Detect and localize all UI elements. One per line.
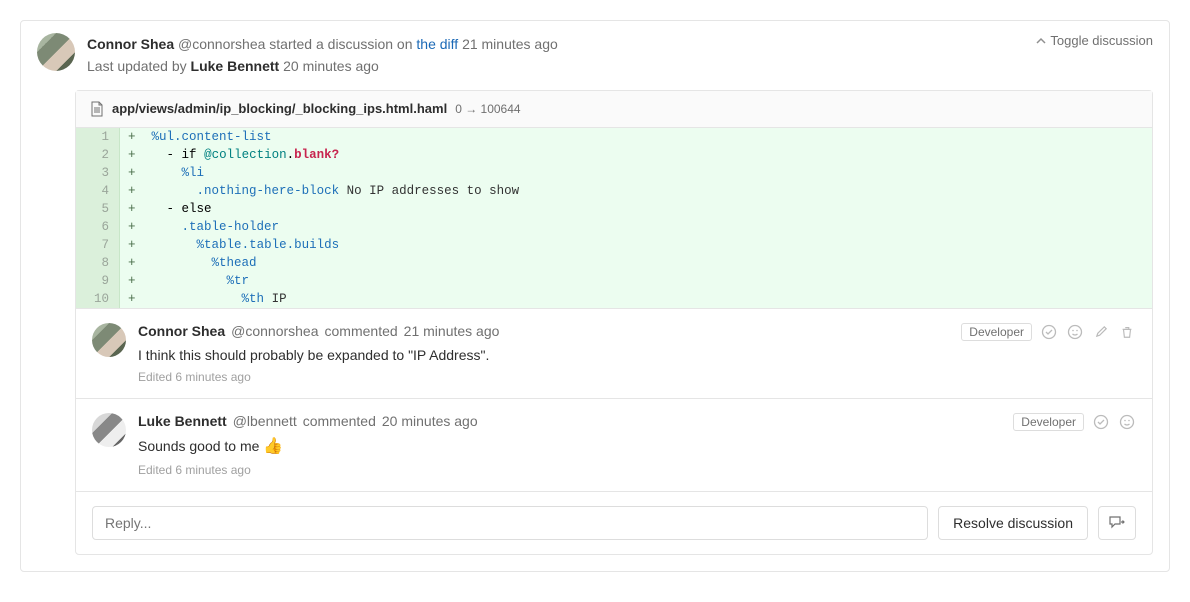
code-content: %tr: [144, 272, 1152, 290]
diff-sign: +: [120, 218, 144, 236]
diff-sign: +: [120, 254, 144, 272]
line-number: 7: [76, 236, 120, 254]
diff-table: 1+%ul.content-list2+ - if @collection.bl…: [76, 128, 1152, 308]
diff-line[interactable]: 1+%ul.content-list: [76, 128, 1152, 146]
comment-username[interactable]: @lbennett: [233, 413, 297, 429]
updated-time: 20 minutes ago: [283, 58, 379, 74]
code-content: %ul.content-list: [144, 128, 1152, 146]
emoji-icon: [1119, 414, 1135, 430]
diff-sign: +: [120, 164, 144, 182]
code-content: - if @collection.blank?: [144, 146, 1152, 164]
diff-line[interactable]: 5+ - else: [76, 200, 1152, 218]
comment-author[interactable]: Connor Shea: [138, 323, 225, 339]
diff-line[interactable]: 6+ .table-holder: [76, 218, 1152, 236]
started-time: 21 minutes ago: [462, 36, 558, 52]
line-number: 9: [76, 272, 120, 290]
comment-edited: Edited 6 minutes ago: [138, 463, 1013, 477]
emoji-icon: [1067, 324, 1083, 340]
file-icon: [90, 101, 104, 117]
file-mode: 0 → 100644: [455, 102, 520, 116]
code-content: .nothing-here-block No IP addresses to s…: [144, 182, 1152, 200]
comment-time[interactable]: 20 minutes ago: [382, 413, 478, 429]
line-number: 8: [76, 254, 120, 272]
avatar[interactable]: [92, 323, 126, 357]
file-path[interactable]: app/views/admin/ip_blocking/_blocking_ip…: [112, 101, 447, 116]
code-content: .table-holder: [144, 218, 1152, 236]
avatar[interactable]: [37, 33, 75, 71]
line-number: 3: [76, 164, 120, 182]
author-name[interactable]: Connor Shea: [87, 36, 174, 52]
resolve-icon: [1093, 414, 1109, 430]
comment-text: Sounds good to me 👍: [138, 435, 1013, 459]
diff-line[interactable]: 7+ %table.table.builds: [76, 236, 1152, 254]
delete-icon: [1120, 324, 1134, 340]
new-thread-button[interactable]: [1098, 506, 1136, 540]
diff-line[interactable]: 8+ %thead: [76, 254, 1152, 272]
comment-action: commented: [303, 413, 376, 429]
line-number: 5: [76, 200, 120, 218]
resolve-icon: [1041, 324, 1057, 340]
role-badge: Developer: [1013, 413, 1084, 431]
line-number: 6: [76, 218, 120, 236]
code-content: - else: [144, 200, 1152, 218]
diff-line[interactable]: 3+ %li: [76, 164, 1152, 182]
diff-line[interactable]: 10+ %th IP: [76, 290, 1152, 308]
reply-row: Resolve discussion: [76, 491, 1152, 554]
comment-action: commented: [325, 323, 398, 339]
role-badge: Developer: [961, 323, 1032, 341]
file-header: app/views/admin/ip_blocking/_blocking_ip…: [76, 91, 1152, 128]
discussion-header: Connor Shea @connorshea started a discus…: [21, 21, 1169, 90]
diff-sign: +: [120, 290, 144, 308]
resolve-comment[interactable]: [1040, 323, 1058, 341]
started-text: started a discussion on: [269, 36, 412, 52]
comment: Connor Shea @connorshea commented 21 min…: [76, 308, 1152, 398]
comments-list: Connor Shea @connorshea commented 21 min…: [76, 308, 1152, 491]
discussion-thread: Connor Shea @connorshea started a discus…: [20, 20, 1170, 572]
comment-author[interactable]: Luke Bennett: [138, 413, 227, 429]
diff-sign: +: [120, 236, 144, 254]
author-username[interactable]: @connorshea: [178, 36, 265, 52]
comment-edited: Edited 6 minutes ago: [138, 370, 961, 384]
comment-actions: Developer: [1013, 413, 1136, 431]
comment-time[interactable]: 21 minutes ago: [404, 323, 500, 339]
add-reaction[interactable]: [1118, 413, 1136, 431]
comment: Luke Bennett @lbennett commented 20 minu…: [76, 398, 1152, 491]
updated-prefix: Last updated by: [87, 58, 187, 74]
comment-username[interactable]: @connorshea: [231, 323, 318, 339]
resolve-discussion-button[interactable]: Resolve discussion: [938, 506, 1088, 540]
code-content: %table.table.builds: [144, 236, 1152, 254]
line-number: 1: [76, 128, 120, 146]
chevron-up-icon: [1036, 36, 1046, 46]
diff-sign: +: [120, 182, 144, 200]
diff-sign: +: [120, 128, 144, 146]
comment-next-icon: [1109, 516, 1125, 530]
line-number: 10: [76, 290, 120, 308]
edit-icon: [1094, 324, 1109, 339]
add-reaction[interactable]: [1066, 323, 1084, 341]
line-number: 4: [76, 182, 120, 200]
code-content: %thead: [144, 254, 1152, 272]
reply-input[interactable]: [92, 506, 928, 540]
code-content: %th IP: [144, 290, 1152, 308]
diff-line[interactable]: 9+ %tr: [76, 272, 1152, 290]
toggle-discussion[interactable]: Toggle discussion: [1036, 33, 1153, 48]
line-number: 2: [76, 146, 120, 164]
avatar[interactable]: [92, 413, 126, 447]
resolve-comment[interactable]: [1092, 413, 1110, 431]
delete-comment[interactable]: [1118, 323, 1136, 341]
discussion-body: app/views/admin/ip_blocking/_blocking_ip…: [75, 90, 1153, 555]
updated-by[interactable]: Luke Bennett: [191, 58, 280, 74]
comment-text: I think this should probably be expanded…: [138, 345, 961, 366]
diff-sign: +: [120, 200, 144, 218]
code-content: %li: [144, 164, 1152, 182]
diff-sign: +: [120, 146, 144, 164]
diff-line[interactable]: 4+ .nothing-here-block No IP addresses t…: [76, 182, 1152, 200]
diff-line[interactable]: 2+ - if @collection.blank?: [76, 146, 1152, 164]
header-text: Connor Shea @connorshea started a discus…: [87, 33, 1036, 78]
diff-link[interactable]: the diff: [416, 36, 458, 52]
edit-comment[interactable]: [1092, 323, 1110, 341]
diff-sign: +: [120, 272, 144, 290]
comment-actions: Developer: [961, 323, 1136, 341]
